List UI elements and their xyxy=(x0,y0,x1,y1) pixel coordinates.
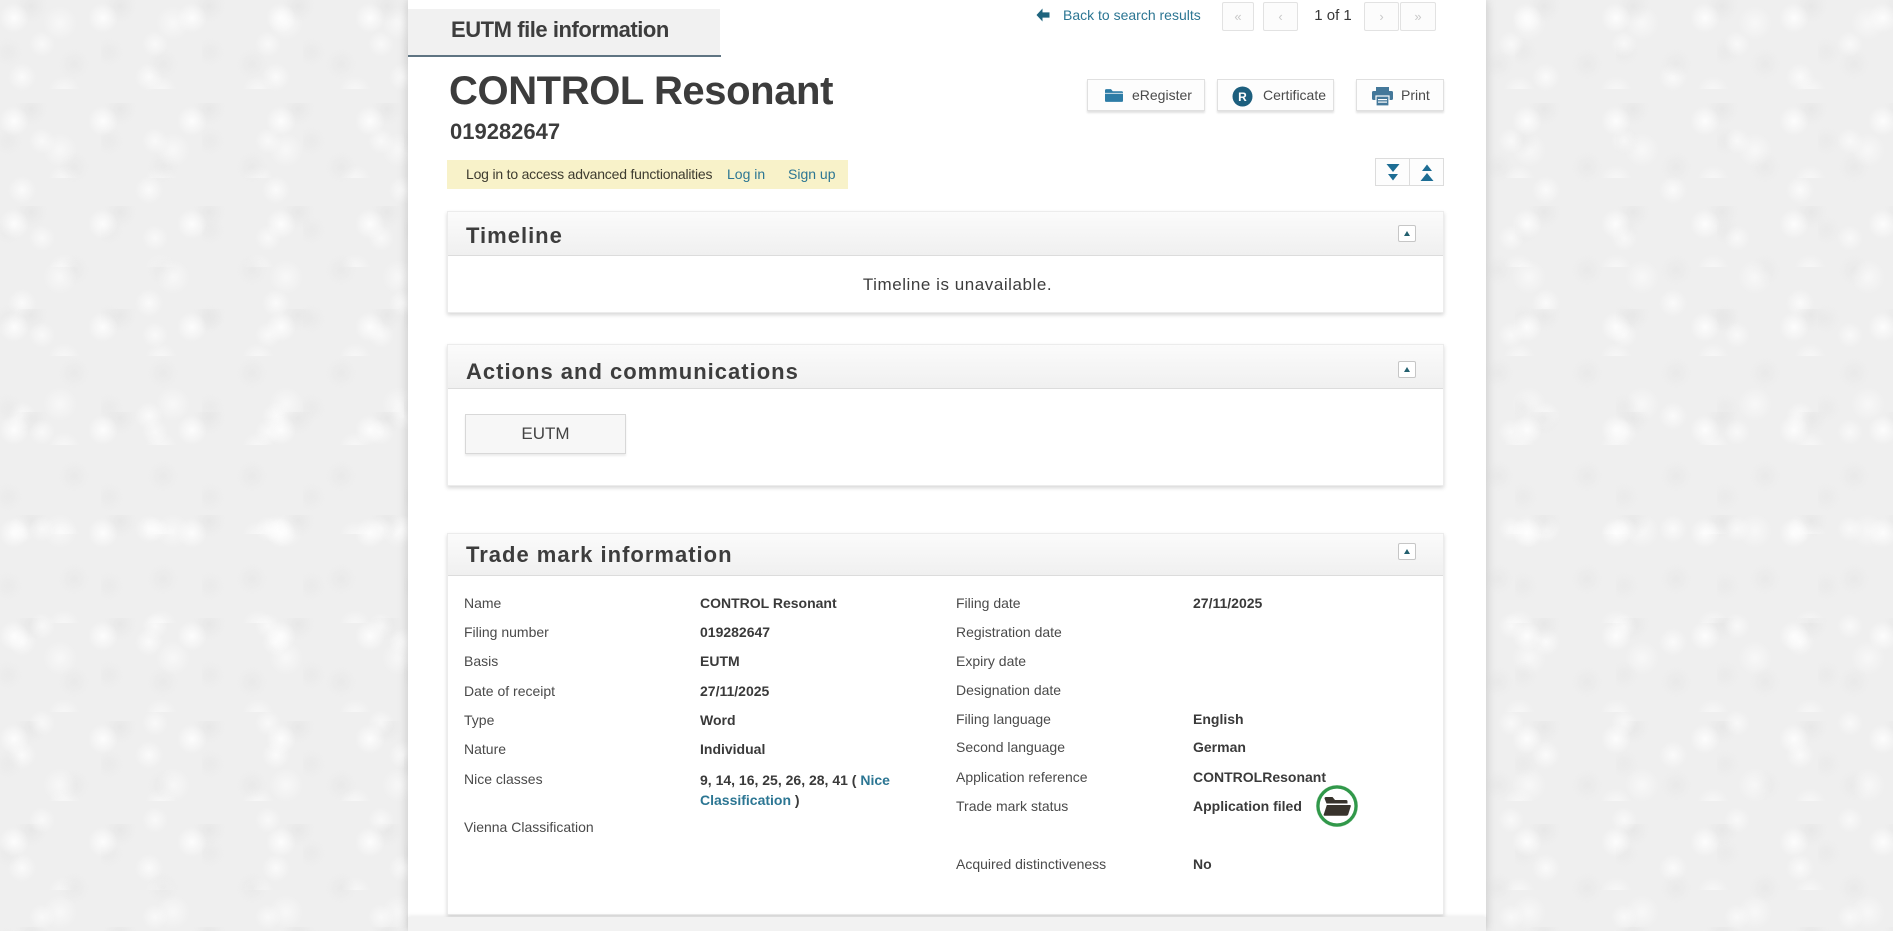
svg-text:R: R xyxy=(1238,90,1247,104)
